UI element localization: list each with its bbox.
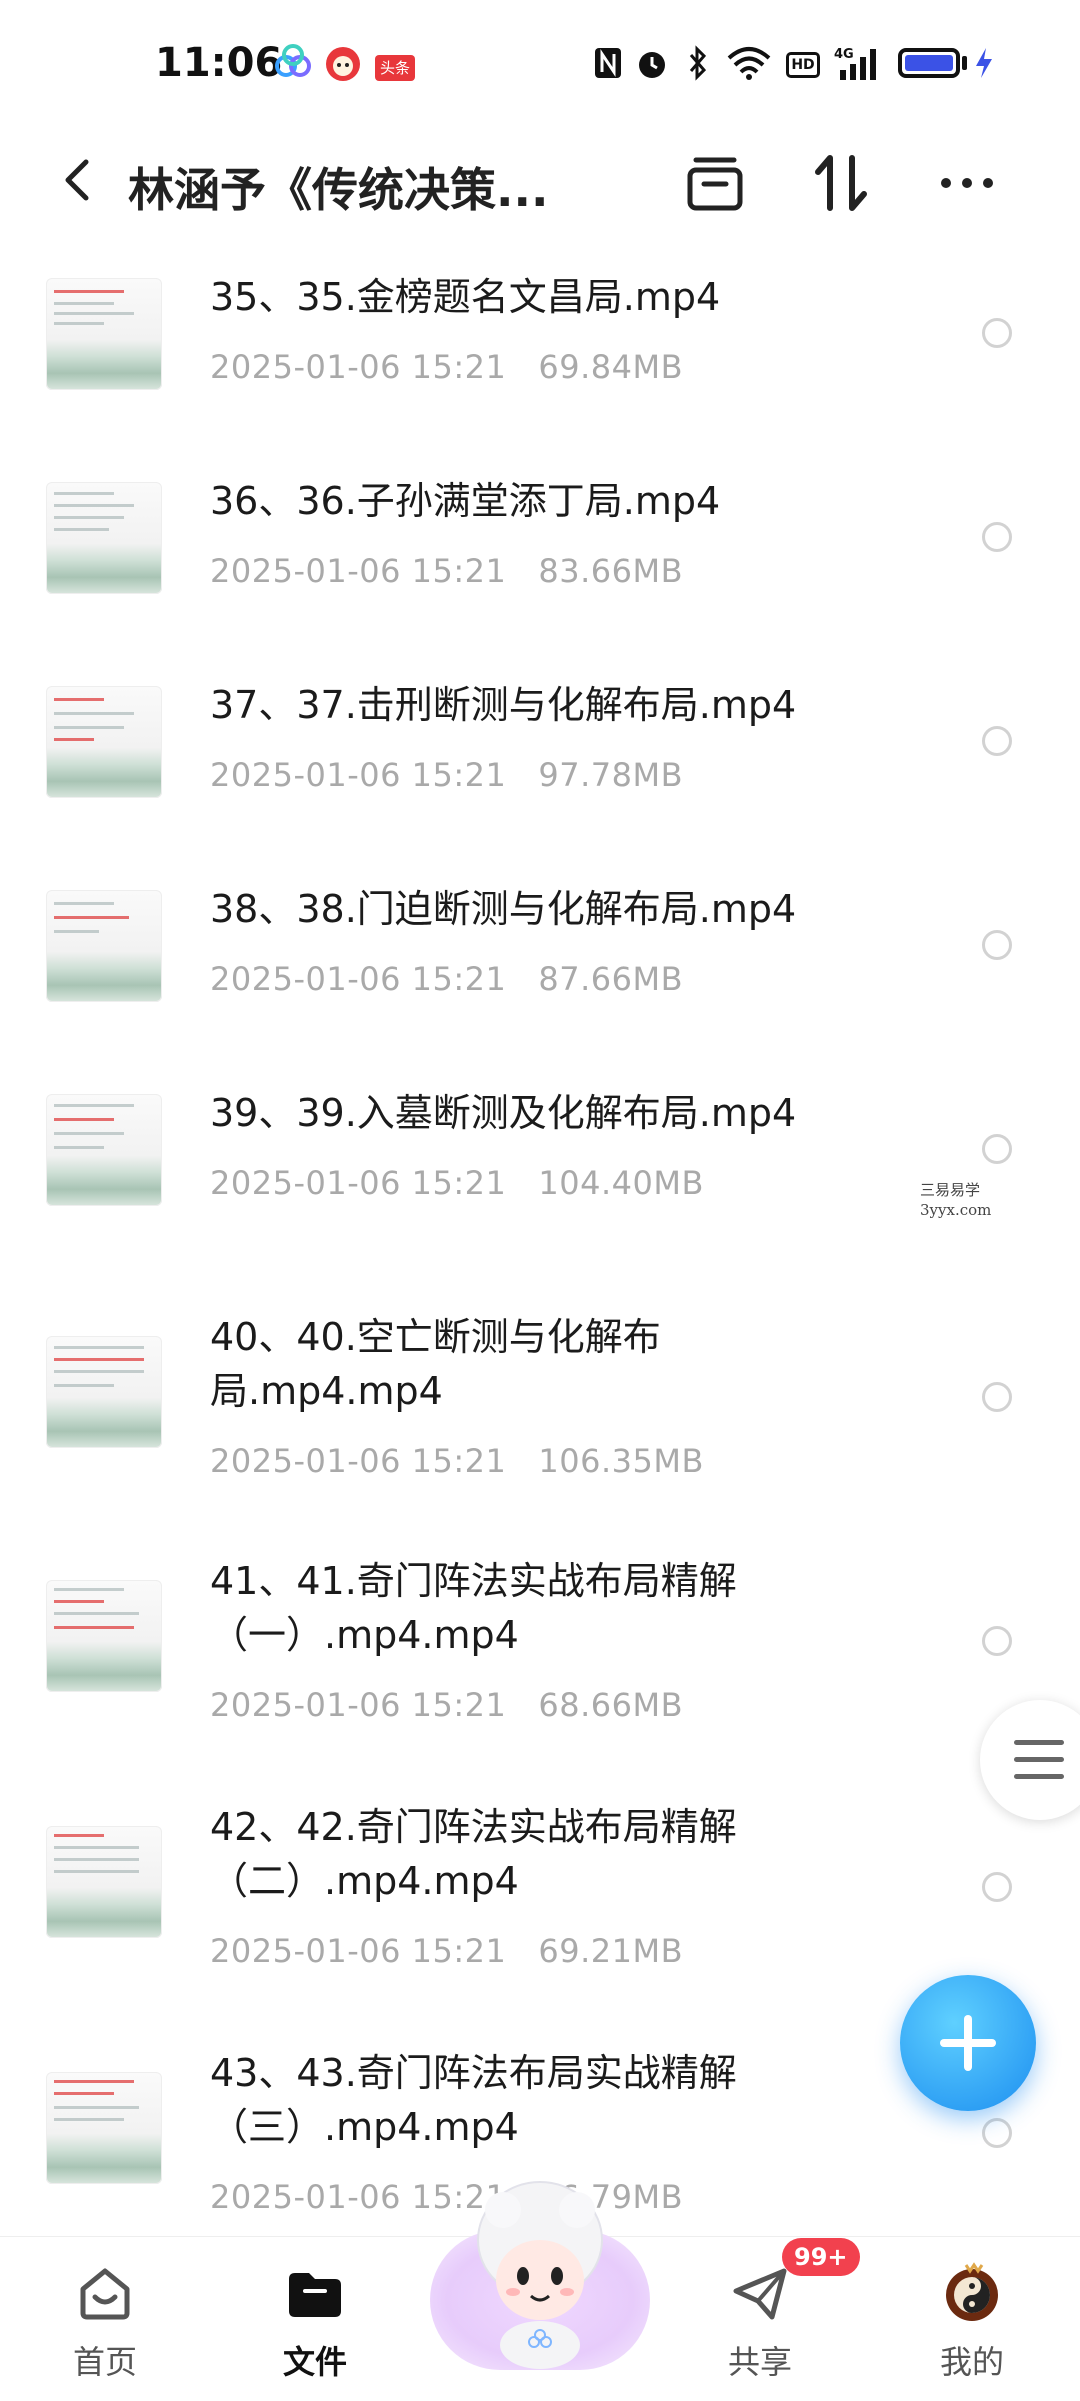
tab-home[interactable]: 首页 (5, 2237, 205, 2401)
file-name: 38、38.门迫断测与化解布局.mp4 (210, 887, 797, 931)
video-thumbnail (46, 1580, 162, 1692)
file-name: 35、35.金榜题名文昌局.mp4 (210, 275, 721, 319)
tab-label: 共享 (727, 2343, 792, 2381)
tab-files[interactable]: 文件 (215, 2237, 415, 2401)
file-size: 97.78MB (538, 756, 684, 794)
folder-title: 林涵予《传统决策... (128, 163, 549, 217)
file-name: 41、41.奇门阵法实战布局精解（一）.mp4.mp4 (210, 1559, 737, 1657)
cloud-app-icon (275, 44, 311, 77)
file-row[interactable]: 39、39.入墓断测及化解布局.mp4 2025-01-06 15:21 104… (0, 1056, 1080, 1256)
file-size: 106.35MB (538, 1442, 704, 1480)
sort-icon[interactable] (806, 148, 876, 218)
select-radio[interactable] (982, 1382, 1012, 1412)
watermark: 三易易学 3yyx.com (920, 1181, 992, 1219)
select-radio[interactable] (982, 1626, 1012, 1656)
tab-assistant[interactable] (430, 2170, 650, 2400)
video-thumbnail (46, 890, 162, 1002)
file-row[interactable]: 38、38.门迫断测与化解布局.mp4 2025-01-06 15:21 87.… (0, 852, 1080, 1052)
select-radio[interactable] (982, 930, 1012, 960)
video-thumbnail (46, 1826, 162, 1938)
file-size: 104.40MB (538, 1164, 704, 1202)
home-icon (80, 2268, 130, 2320)
file-row[interactable]: 37、37.击刑断测与化解布局.mp4 2025-01-06 15:21 97.… (0, 648, 1080, 848)
back-icon[interactable] (48, 150, 108, 210)
file-name: 42、42.奇门阵法实战布局精解（二）.mp4.mp4 (210, 1805, 737, 1903)
charging-icon (976, 48, 992, 78)
menu-icon (1014, 1740, 1064, 1745)
file-date: 2025-01-06 15:21 (210, 960, 507, 998)
mascot-icon (477, 2181, 603, 2369)
tab-label: 文件 (282, 2343, 347, 2381)
status-bar: 11:06 头条 HD 4G (0, 0, 1080, 130)
file-size: 69.84MB (538, 348, 684, 386)
tab-label: 我的 (939, 2343, 1004, 2381)
tab-profile[interactable]: 我的 (872, 2237, 1072, 2401)
file-name: 36、36.子孙满堂添丁局.mp4 (210, 479, 721, 523)
file-name: 37、37.击刑断测与化解布局.mp4 (210, 683, 797, 727)
file-row[interactable]: 41、41.奇门阵法实战布局精解（一）.mp4.mp4 2025-01-06 1… (0, 1518, 1080, 1758)
file-date: 2025-01-06 15:21 (210, 1164, 507, 1202)
select-radio[interactable] (982, 726, 1012, 756)
hd-indicator: HD (786, 52, 820, 78)
file-date: 2025-01-06 15:21 (210, 756, 507, 794)
file-size: 87.66MB (538, 960, 684, 998)
avatar-icon (946, 2262, 998, 2321)
file-name: 40、40.空亡断测与化解布局.mp4.mp4 (210, 1315, 661, 1413)
tab-label: 首页 (72, 2343, 137, 2381)
file-row[interactable]: 40、40.空亡断测与化解布局.mp4.mp4 2025-01-06 15:21… (0, 1260, 1080, 1510)
file-date: 2025-01-06 15:21 (210, 552, 507, 590)
file-name: 43、43.奇门阵法布局实战精解（三）.mp4.mp4 (210, 2051, 737, 2149)
send-icon (733, 2268, 787, 2320)
nfc-icon (595, 48, 621, 78)
battery-icon (898, 48, 960, 78)
archive-icon[interactable] (680, 148, 750, 218)
file-size: 68.66MB (538, 1686, 684, 1724)
file-row[interactable]: 35、35.金榜题名文昌局.mp4 2025-01-06 15:21 69.84… (0, 240, 1080, 440)
video-thumbnail (46, 1094, 162, 1206)
wifi-icon (727, 47, 771, 80)
file-date: 2025-01-06 15:21 (210, 1932, 507, 1970)
signal-icon: 4G (834, 47, 876, 80)
video-thumbnail (46, 278, 162, 390)
video-thumbnail (46, 686, 162, 798)
select-radio[interactable] (982, 2118, 1012, 2148)
svg-text:4G: 4G (834, 47, 854, 62)
file-date: 2025-01-06 15:21 (210, 1442, 507, 1480)
file-row[interactable]: 42、42.奇门阵法实战布局精解（二）.mp4.mp4 2025-01-06 1… (0, 1764, 1080, 2004)
video-thumbnail (46, 1336, 162, 1448)
file-size: 69.21MB (538, 1932, 684, 1970)
alarm-icon (639, 52, 665, 78)
file-date: 2025-01-06 15:21 (210, 1686, 507, 1724)
toutiao-app-icon (326, 47, 360, 81)
file-row[interactable]: 36、36.子孙满堂添丁局.mp4 2025-01-06 15:21 83.66… (0, 444, 1080, 644)
bluetooth-icon (689, 45, 707, 81)
top-bar: 林涵予《传统决策... (0, 130, 1080, 240)
select-radio[interactable] (982, 318, 1012, 348)
video-thumbnail (46, 482, 162, 594)
share-count-badge: 99+ (782, 2238, 860, 2276)
more-icon[interactable] (932, 148, 1002, 218)
add-button[interactable] (900, 1975, 1036, 2111)
toutiao-badge: 头条 (375, 55, 415, 81)
file-size: 83.66MB (538, 552, 684, 590)
status-time: 11:06 (155, 40, 283, 86)
folder-icon (289, 2273, 341, 2317)
select-radio[interactable] (982, 1872, 1012, 1902)
file-date: 2025-01-06 15:21 (210, 348, 507, 386)
select-radio[interactable] (982, 1134, 1012, 1164)
select-radio[interactable] (982, 522, 1012, 552)
file-name: 39、39.入墓断测及化解布局.mp4 (210, 1091, 797, 1135)
video-thumbnail (46, 2072, 162, 2184)
